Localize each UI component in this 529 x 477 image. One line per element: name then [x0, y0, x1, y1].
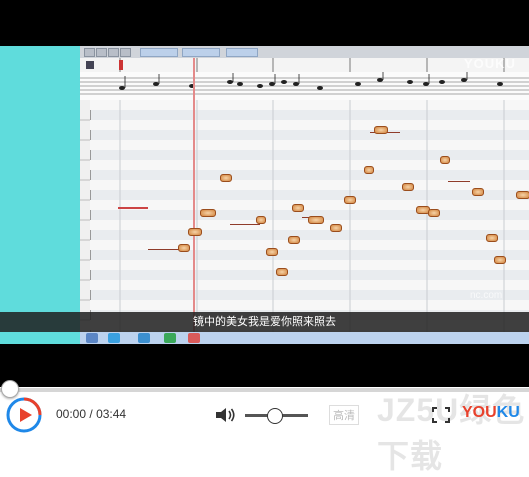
note-blob[interactable] — [344, 196, 356, 204]
note-blob[interactable] — [402, 183, 414, 191]
note-blob[interactable] — [256, 216, 266, 224]
note-blob[interactable] — [374, 126, 388, 134]
app-icon — [164, 333, 176, 343]
pitch-curve — [230, 224, 260, 225]
pitch-curve — [148, 249, 182, 250]
app-icon — [188, 333, 200, 343]
taskbar — [80, 332, 529, 344]
play-icon[interactable] — [6, 397, 42, 433]
toolbar-button — [96, 48, 107, 57]
duration: 03:44 — [96, 407, 127, 421]
app-icon — [108, 333, 120, 343]
video-watermark: YOUKU — [464, 56, 516, 71]
app-icon — [86, 333, 98, 343]
note-blob[interactable] — [364, 166, 374, 174]
video-frame[interactable]: YOUKU nc.com 镜中的美女我是爱你照来照去 — [0, 0, 529, 387]
note-blob[interactable] — [220, 174, 232, 182]
staff-notation — [80, 72, 529, 95]
note-blob[interactable] — [188, 228, 202, 236]
note-blob[interactable] — [472, 188, 484, 196]
seek-handle[interactable] — [1, 380, 19, 398]
note-blob[interactable] — [266, 248, 278, 256]
note-blob[interactable] — [308, 216, 324, 224]
note-blob[interactable] — [288, 236, 300, 244]
ruler-ticks — [86, 58, 505, 72]
note-blob[interactable] — [200, 209, 216, 217]
app-icon — [138, 333, 150, 343]
cyan-side-panel — [0, 46, 80, 344]
toolbar-button — [120, 48, 131, 57]
playhead-marker-icon — [119, 60, 123, 70]
score-staff — [80, 72, 529, 101]
note-blob[interactable] — [330, 224, 342, 232]
volume-handle[interactable] — [267, 408, 283, 424]
volume-icon[interactable] — [214, 406, 236, 424]
note-blob[interactable] — [178, 244, 190, 252]
note-blob[interactable] — [516, 191, 529, 199]
current-time: 00:00 — [56, 407, 87, 421]
ghost-logo: nc.com — [470, 290, 503, 301]
ruler-marker-icon — [86, 61, 94, 69]
note-blob[interactable] — [292, 204, 304, 212]
toolbar-tab — [226, 48, 258, 57]
toolbar-button — [108, 48, 119, 57]
pitch-curve — [448, 181, 470, 182]
playhead-line[interactable] — [193, 58, 195, 344]
toolbar-button — [84, 48, 95, 57]
quality-selector[interactable]: 高清 — [329, 405, 359, 425]
time-display: 00:00 / 03:44 — [56, 407, 126, 421]
melodyne-editor — [80, 46, 529, 344]
note-blob[interactable] — [486, 234, 498, 242]
site-watermark: JZ5U绿色下载 — [377, 392, 526, 474]
selected-note[interactable] — [118, 207, 148, 209]
note-blob[interactable] — [440, 156, 450, 164]
note-blob[interactable] — [428, 209, 440, 217]
note-blob[interactable] — [494, 256, 506, 264]
time-separator: / — [89, 407, 93, 421]
video-subtitle: 镜中的美女我是爱你照来照去 — [0, 312, 529, 332]
logo-you: YOU — [462, 404, 497, 421]
fullscreen-icon[interactable] — [431, 406, 451, 424]
note-blob[interactable] — [276, 268, 288, 276]
toolbar-tab — [182, 48, 220, 57]
youku-logo[interactable]: YOUKU — [462, 404, 520, 422]
toolbar-tab — [140, 48, 178, 57]
timeline-ruler — [80, 58, 529, 73]
logo-ku: KU — [496, 404, 520, 421]
